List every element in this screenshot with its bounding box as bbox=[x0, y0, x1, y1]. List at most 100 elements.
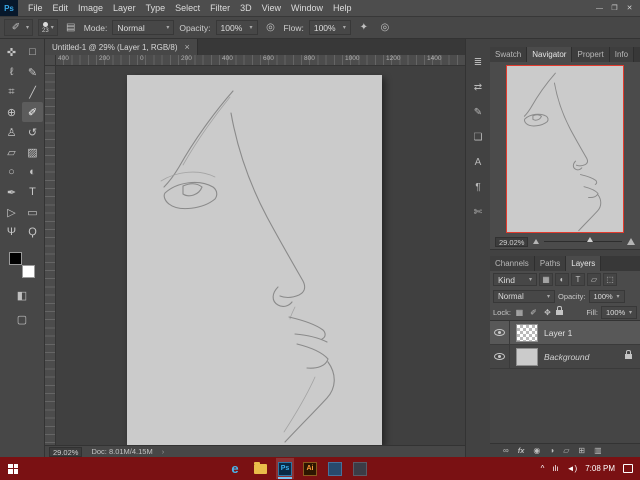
filter-kind-dropdown[interactable]: Kind ▾ bbox=[493, 273, 537, 286]
new-group-icon[interactable]: ▱ bbox=[563, 446, 569, 455]
eraser-tool[interactable]: ▱ bbox=[1, 142, 22, 162]
layer-fill-dropdown[interactable]: 100% ▾ bbox=[601, 306, 637, 319]
tab-paths[interactable]: Paths bbox=[535, 256, 566, 271]
healing-brush-tool[interactable]: ⊕ bbox=[1, 102, 22, 122]
filter-shape-layers-icon[interactable]: ▱ bbox=[587, 273, 601, 286]
brush-preset-picker[interactable]: 23 ▾ bbox=[38, 19, 58, 36]
close-tab-icon[interactable]: × bbox=[185, 42, 190, 52]
navigator-zoom-field[interactable]: 29.02% bbox=[495, 237, 528, 247]
tray-expand-icon[interactable]: ^ bbox=[541, 464, 545, 473]
visibility-toggle[interactable] bbox=[490, 321, 510, 345]
pen-tool[interactable]: ✒ bbox=[1, 182, 22, 202]
app-taskbar-icon[interactable] bbox=[326, 458, 344, 479]
menu-help[interactable]: Help bbox=[328, 3, 357, 13]
menu-type[interactable]: Type bbox=[141, 3, 171, 13]
zoom-slider-thumb[interactable] bbox=[587, 237, 593, 242]
photoshop-taskbar-icon[interactable]: Ps bbox=[276, 458, 294, 479]
brush-tool[interactable]: ✐ bbox=[22, 102, 43, 122]
zoom-in-icon[interactable] bbox=[627, 238, 635, 245]
start-button[interactable] bbox=[0, 457, 26, 480]
lock-pixels-icon[interactable]: ✐ bbox=[528, 308, 539, 317]
clone-source-panel-icon[interactable]: ⇄ bbox=[469, 80, 487, 95]
foreground-color-swatch[interactable] bbox=[9, 252, 22, 265]
quick-mask-icon[interactable]: ◧ bbox=[14, 287, 30, 303]
menu-image[interactable]: Image bbox=[73, 3, 108, 13]
adjustments-panel-icon[interactable]: ❏ bbox=[469, 130, 487, 145]
new-layer-icon[interactable]: ⊞ bbox=[578, 446, 585, 455]
layer-name[interactable]: Layer 1 bbox=[544, 328, 572, 338]
tab-navigator[interactable]: Navigator bbox=[527, 47, 572, 62]
tab-info[interactable]: Info bbox=[610, 47, 634, 62]
illustrator-taskbar-icon[interactable]: Ai bbox=[301, 458, 319, 479]
layer-thumbnail[interactable] bbox=[516, 324, 538, 342]
maximize-button[interactable]: ❐ bbox=[607, 4, 622, 12]
delete-layer-icon[interactable]: ▥ bbox=[594, 446, 602, 455]
vertical-ruler[interactable] bbox=[45, 66, 56, 445]
move-tool[interactable]: ✜ bbox=[1, 42, 22, 62]
blur-tool[interactable]: ○ bbox=[1, 162, 22, 182]
layer-row-layer-1[interactable]: Layer 1 bbox=[490, 321, 640, 345]
layer-mask-icon[interactable]: ◉ bbox=[533, 446, 540, 455]
edge-taskbar-icon[interactable]: e bbox=[226, 458, 244, 479]
tab-layers[interactable]: Layers bbox=[566, 256, 601, 271]
tool-preset-picker[interactable]: ✐ ▾ bbox=[4, 19, 33, 36]
flow-dropdown[interactable]: 100% ▾ bbox=[309, 20, 351, 35]
hand-tool[interactable]: Ψ bbox=[1, 222, 22, 242]
lock-position-icon[interactable]: ✥ bbox=[542, 308, 553, 317]
history-panel-icon[interactable]: ≣ bbox=[469, 55, 487, 70]
filter-smart-objects-icon[interactable]: ⬚ bbox=[603, 273, 617, 286]
navigator-thumbnail[interactable] bbox=[507, 66, 623, 232]
crop-tool[interactable]: ⌗ bbox=[1, 82, 22, 102]
background-color-swatch[interactable] bbox=[22, 265, 35, 278]
zoom-tool[interactable]: Ϙ bbox=[22, 222, 43, 242]
status-expand-icon[interactable]: › bbox=[162, 447, 165, 456]
lock-all-icon[interactable] bbox=[556, 310, 563, 315]
clone-stamp-tool[interactable]: ♙ bbox=[1, 122, 22, 142]
document-tab[interactable]: Untitled-1 @ 29% (Layer 1, RGB/8) × bbox=[45, 39, 198, 55]
network-icon[interactable]: ılı bbox=[552, 464, 558, 473]
styles-panel-icon[interactable]: ✄ bbox=[469, 205, 487, 220]
ruler-origin-box[interactable] bbox=[45, 55, 56, 66]
action-center-icon[interactable] bbox=[623, 464, 633, 473]
zoom-level-field[interactable]: 29.02% bbox=[49, 447, 82, 457]
clock[interactable]: 7:08 PM bbox=[585, 464, 615, 473]
layer-thumbnail[interactable] bbox=[516, 348, 538, 366]
zoom-out-icon[interactable] bbox=[533, 239, 539, 244]
layer-row-background[interactable]: Background bbox=[490, 345, 640, 369]
menu-file[interactable]: File bbox=[23, 3, 48, 13]
opacity-dropdown[interactable]: 100% ▾ bbox=[216, 20, 258, 35]
filter-pixel-layers-icon[interactable]: ▦ bbox=[539, 273, 553, 286]
menu-filter[interactable]: Filter bbox=[205, 3, 235, 13]
blend-mode-dropdown[interactable]: Normal ▾ bbox=[112, 20, 174, 35]
airbrush-icon[interactable]: ✦ bbox=[356, 20, 372, 36]
shape-tool[interactable]: ▭ bbox=[22, 202, 43, 222]
menu-3d[interactable]: 3D bbox=[235, 3, 257, 13]
app-taskbar-icon[interactable] bbox=[351, 458, 369, 479]
visibility-toggle[interactable] bbox=[490, 345, 510, 369]
layer-style-icon[interactable]: fx bbox=[518, 446, 525, 455]
type-tool[interactable]: T bbox=[22, 182, 43, 202]
character-panel-icon[interactable]: A bbox=[469, 155, 487, 170]
horizontal-ruler[interactable]: 400 200 0 200 400 600 800 1000 1200 1400… bbox=[56, 55, 465, 66]
menu-window[interactable]: Window bbox=[286, 3, 328, 13]
filter-adjustment-layers-icon[interactable]: ◐ bbox=[555, 273, 569, 286]
brush-panel-toggle-icon[interactable]: ▤ bbox=[63, 20, 79, 36]
layer-blend-dropdown[interactable]: Normal ▾ bbox=[493, 290, 555, 303]
brush-panel-icon[interactable]: ✎ bbox=[469, 105, 487, 120]
layer-opacity-dropdown[interactable]: 100% ▾ bbox=[589, 290, 625, 303]
adjustment-layer-icon[interactable]: ◑ bbox=[549, 446, 554, 455]
volume-icon[interactable]: ◄) bbox=[567, 464, 578, 473]
menu-view[interactable]: View bbox=[257, 3, 286, 13]
tab-channels[interactable]: Channels bbox=[490, 256, 535, 271]
filter-type-layers-icon[interactable]: T bbox=[571, 273, 585, 286]
link-layers-icon[interactable]: ∞ bbox=[503, 446, 509, 455]
screen-mode-icon[interactable]: ▢ bbox=[14, 311, 30, 327]
pressure-size-icon[interactable]: ◎ bbox=[377, 20, 393, 36]
pressure-opacity-icon[interactable]: ◎ bbox=[263, 20, 279, 36]
menu-layer[interactable]: Layer bbox=[108, 3, 141, 13]
path-selection-tool[interactable]: ▷ bbox=[1, 202, 22, 222]
quick-selection-tool[interactable]: ✎ bbox=[22, 62, 43, 82]
lasso-tool[interactable]: ℓ bbox=[1, 62, 22, 82]
dodge-tool[interactable]: ◐ bbox=[22, 162, 43, 182]
navigator-zoom-slider[interactable] bbox=[544, 241, 622, 242]
